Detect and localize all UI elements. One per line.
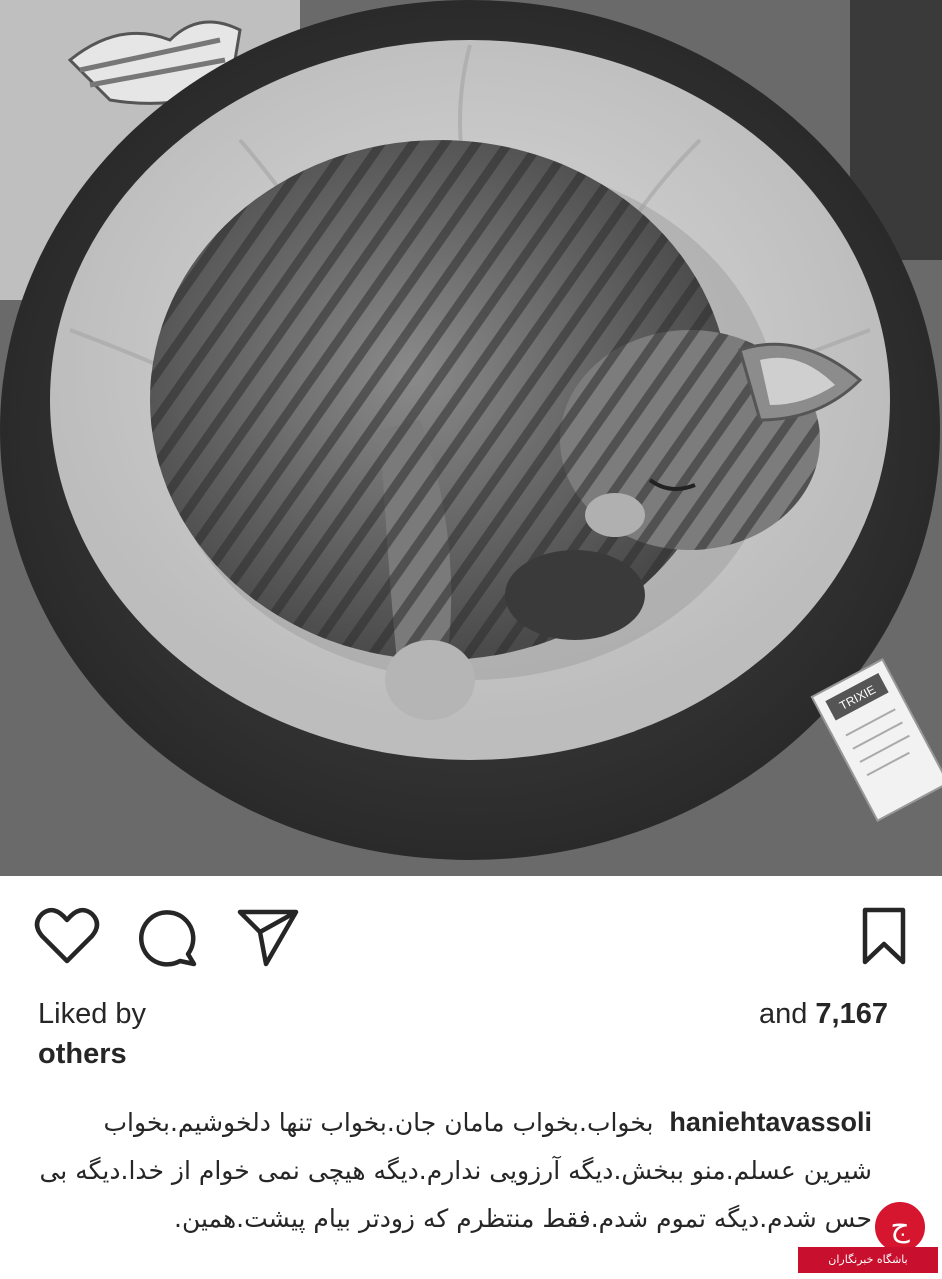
comment-icon [139,910,197,967]
likes-count-value: 7,167 [815,998,888,1030]
like-button[interactable] [34,906,100,971]
heart-icon [34,907,100,964]
share-button[interactable] [236,906,300,973]
likes-count[interactable]: and 7,167 [759,998,888,1031]
liked-by-label: Liked by [38,998,147,1030]
likes-others-link[interactable]: others [38,1038,898,1078]
likes-summary: Liked by and 7,167 others [38,998,898,1078]
send-icon [237,909,299,967]
save-button[interactable] [860,906,908,971]
watermark-label: باشگاه خبرنگاران [798,1247,938,1273]
watermark: ج باشگاه خبرنگاران [798,1197,938,1273]
cat-in-bed-image: TRIXIE [0,0,942,876]
comment-button[interactable] [136,906,198,973]
post-photo[interactable]: TRIXIE [0,0,942,876]
likes-and-label: and [758,998,808,1030]
bookmark-icon [862,907,906,965]
caption-username[interactable]: haniehtavassoli [669,1107,872,1137]
post-actions-bar [0,876,942,996]
post-caption: haniehtavassoli بخواب.بخواب مامان جان.بخ… [34,1098,872,1243]
